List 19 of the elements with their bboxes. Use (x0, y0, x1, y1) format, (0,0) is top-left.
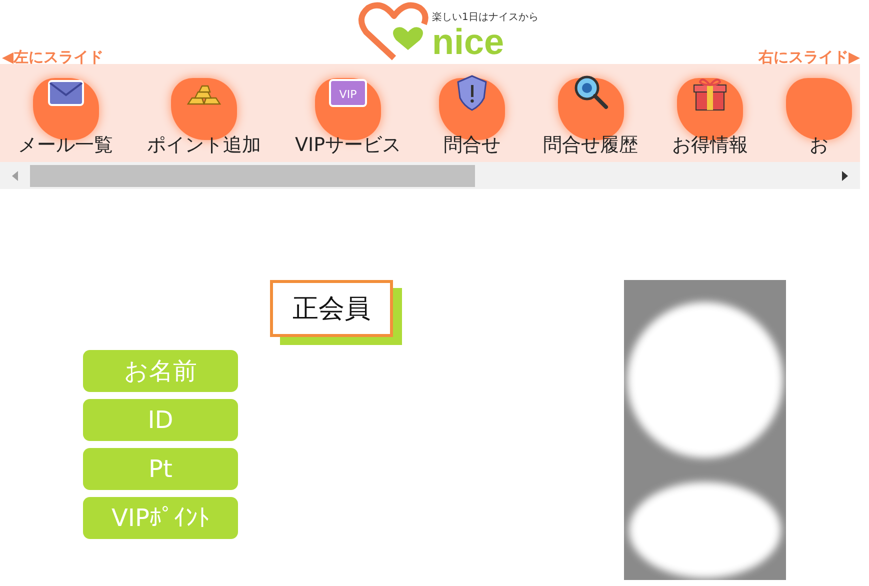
field-label: ID (83, 399, 238, 441)
logo-tagline: 楽しい1日はナイスから (432, 11, 538, 24)
menu-item[interactable]: メール一覧 (18, 132, 113, 158)
menu-item[interactable]: お得情報 (672, 132, 748, 158)
menu-item[interactable]: ポイント追加 (147, 132, 261, 158)
scroll-left-icon[interactable] (11, 170, 19, 180)
field-label: VIPﾎﾟｲﾝﾄ (83, 497, 238, 539)
menu-item[interactable]: 問合せ履歴 (543, 132, 638, 158)
field-label: Pt (83, 448, 238, 490)
logo-text: nice (432, 24, 504, 60)
scroll-right-icon[interactable] (841, 170, 849, 180)
field-label: お名前 (83, 350, 238, 392)
menu-item[interactable]: 問合せ (444, 132, 501, 158)
menu-item[interactable]: お (810, 132, 829, 158)
horizontal-scrollbar[interactable] (0, 162, 860, 189)
scroll-thumb[interactable] (30, 164, 475, 186)
member-status-badge: 正会員 (270, 280, 393, 337)
logo-heart-icon (358, 2, 430, 62)
menu-item[interactable]: VIPサービス (295, 132, 402, 158)
